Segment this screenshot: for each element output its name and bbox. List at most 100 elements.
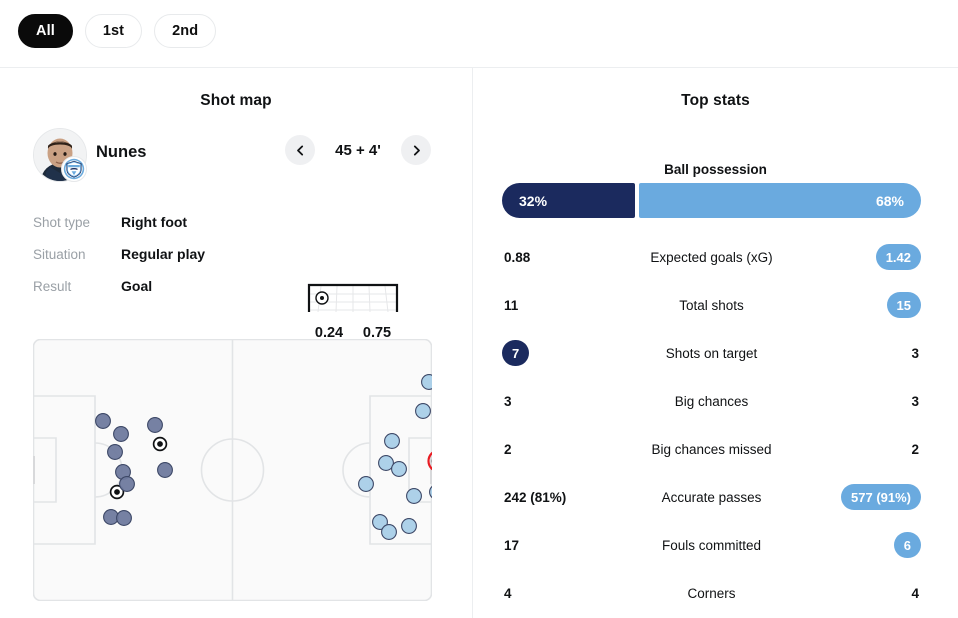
- stat-away-value: 6: [803, 532, 921, 558]
- shot-marker[interactable]: [119, 476, 135, 492]
- player-name: Nunes: [96, 143, 147, 161]
- result-label: Result: [33, 278, 72, 294]
- stat-home-value: 2: [502, 442, 620, 457]
- stat-away-value: 15: [803, 292, 921, 318]
- tab-first-half-label: 1st: [102, 23, 125, 39]
- ball-possession-bar: 32% 68%: [502, 183, 921, 218]
- stat-row: 4 Corners 4: [502, 569, 921, 617]
- stat-home-value: 11: [502, 298, 620, 313]
- result-value: Goal: [121, 278, 153, 294]
- stat-home-text: 11: [504, 297, 519, 313]
- stat-home-value: 242 (81%): [502, 490, 620, 505]
- chevron-left-icon[interactable]: [285, 135, 315, 165]
- stat-label: Shots on target: [665, 345, 758, 361]
- shot-marker[interactable]: [95, 413, 111, 429]
- manchester-city-badge-icon: [61, 156, 87, 182]
- chevron-right-icon[interactable]: [401, 135, 431, 165]
- stat-away-text: 1.42: [875, 244, 921, 270]
- shot-details-list: Shot type Right foot Situation Regular p…: [33, 206, 283, 302]
- situation-label: Situation: [33, 246, 86, 262]
- shot-marker[interactable]: [157, 462, 173, 478]
- tab-first-half[interactable]: 1st: [84, 14, 143, 48]
- shot-type-value: Right foot: [121, 214, 188, 230]
- ball-possession-label: Ball possession: [664, 162, 767, 177]
- stat-away-text: 6: [893, 532, 921, 558]
- shot-map-title: Shot map: [200, 92, 272, 109]
- tab-all[interactable]: All: [18, 14, 73, 48]
- match-stats-screen: All 1st 2nd Shot map Nunes 45 + 4' Shot …: [0, 0, 958, 618]
- shot-marker[interactable]: [147, 417, 163, 433]
- stat-home-text: 0.88: [504, 249, 531, 265]
- stat-home-value: 3: [502, 394, 620, 409]
- shot-marker[interactable]: [116, 510, 132, 526]
- stat-label: Big chances: [674, 393, 749, 409]
- possession-home-segment: 32%: [502, 183, 635, 218]
- shot-marker[interactable]: [406, 488, 422, 504]
- shot-map-panel: Shot map Nunes 45 + 4' Shot type Right f…: [0, 68, 472, 618]
- stat-away-value: 4: [803, 586, 921, 601]
- stat-home-value: 0.88: [502, 250, 620, 265]
- goal-frame-icon: [305, 280, 401, 316]
- period-filter-tabs: All 1st 2nd: [0, 0, 958, 68]
- stat-away-text: 2: [911, 441, 919, 457]
- shot-minute: 45 + 4': [335, 141, 381, 159]
- stat-away-text: 3: [911, 345, 919, 361]
- goal-marker-core: [157, 441, 163, 447]
- shot-type-row: Shot type Right foot: [33, 206, 283, 238]
- stat-home-text: 7: [502, 340, 530, 366]
- shot-marker[interactable]: [384, 433, 400, 449]
- stat-away-value: 577 (91%): [803, 484, 921, 510]
- stat-row: 3 Big chances 3: [502, 377, 921, 425]
- top-stats-panel: Top stats Ball possession 32% 68% 0.88 Ex…: [473, 68, 958, 618]
- stat-away-text: 577 (91%): [841, 484, 921, 510]
- shot-marker[interactable]: [415, 403, 431, 419]
- possession-away-value: 68%: [875, 192, 904, 209]
- shot-marker[interactable]: [391, 461, 407, 477]
- shot-navigation: 45 + 4': [285, 135, 431, 165]
- situation-row: Situation Regular play: [33, 238, 283, 270]
- stat-rows-list: 0.88 Expected goals (xG) 1.42 11 Total shots…: [502, 233, 921, 617]
- stat-row: 17 Fouls committed 6: [502, 521, 921, 569]
- top-stats-title: Top stats: [681, 92, 750, 109]
- stat-label: Corners: [687, 585, 736, 601]
- stat-label: Fouls committed: [661, 537, 762, 553]
- shot-marker[interactable]: [358, 476, 374, 492]
- stat-away-text: 3: [911, 393, 919, 409]
- stat-row: 7 Shots on target 3: [502, 329, 921, 377]
- shot-marker[interactable]: [113, 426, 129, 442]
- stat-home-text: 2: [504, 441, 512, 457]
- tab-all-label: All: [36, 23, 55, 39]
- stat-away-value: 3: [803, 394, 921, 409]
- result-row: Result Goal: [33, 270, 283, 302]
- stat-row: 11 Total shots 15: [502, 281, 921, 329]
- tab-second-half-label: 2nd: [172, 23, 199, 39]
- shot-marker[interactable]: [107, 444, 123, 460]
- pitch-shot-map[interactable]: [30, 338, 460, 602]
- stat-row: 2 Big chances missed 2: [502, 425, 921, 473]
- stat-label: Total shots: [679, 297, 744, 313]
- possession-home-value: 32%: [519, 192, 548, 209]
- stat-label: Expected goals (xG): [650, 249, 773, 265]
- stat-row: 0.88 Expected goals (xG) 1.42: [502, 233, 921, 281]
- tab-second-half[interactable]: 2nd: [154, 14, 217, 48]
- stat-row: 242 (81%) Accurate passes 577 (91%): [502, 473, 921, 521]
- stat-label: Accurate passes: [661, 489, 762, 505]
- shot-marker[interactable]: [401, 518, 417, 534]
- shot-marker[interactable]: [421, 374, 437, 390]
- stat-home-value: 4: [502, 586, 620, 601]
- stat-away-text: 4: [911, 585, 919, 601]
- stat-label: Big chances missed: [651, 441, 772, 457]
- stat-home-value: 7: [502, 340, 620, 366]
- shot-marker[interactable]: [381, 524, 397, 540]
- stat-home-text: 4: [504, 585, 512, 601]
- possession-away-segment: 68%: [638, 183, 921, 218]
- stat-home-value: 17: [502, 538, 620, 553]
- shot-player-header: Nunes 45 + 4': [0, 124, 472, 194]
- stat-away-text: 15: [886, 292, 921, 318]
- stat-away-value: 1.42: [803, 244, 921, 270]
- stat-away-value: 2: [803, 442, 921, 457]
- stat-home-text: 3: [504, 393, 512, 409]
- situation-value: Regular play: [121, 246, 206, 262]
- left-goal-mouth: [30, 456, 35, 484]
- stat-home-text: 242 (81%): [504, 489, 567, 505]
